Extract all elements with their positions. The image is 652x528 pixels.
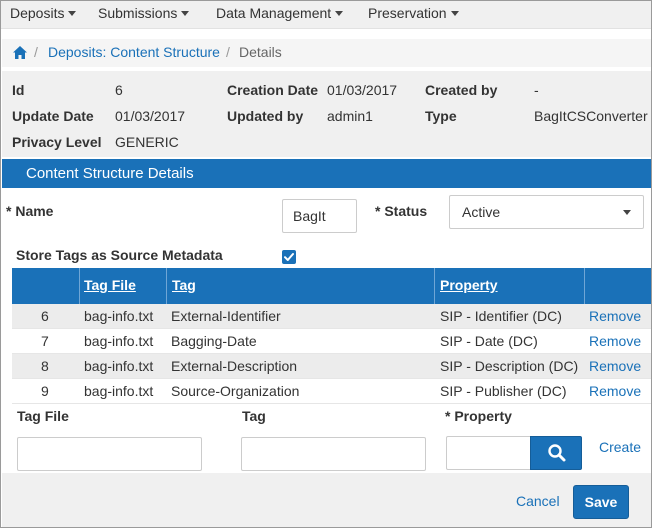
save-button[interactable]: Save bbox=[573, 485, 629, 519]
chevron-down-icon bbox=[68, 10, 77, 16]
row-number: 9 bbox=[41, 383, 49, 399]
new-tag-file-input[interactable] bbox=[17, 437, 202, 471]
property-search-button[interactable] bbox=[530, 436, 582, 470]
remove-row-link[interactable]: Remove bbox=[589, 308, 641, 324]
menu-label: Data Management bbox=[216, 5, 332, 21]
chevron-down-icon bbox=[335, 10, 344, 16]
cancel-button[interactable]: Cancel bbox=[516, 493, 560, 509]
new-tag-file-label: Tag File bbox=[17, 408, 69, 424]
name-label: * Name bbox=[6, 203, 54, 219]
privacy-level-label: Privacy Level bbox=[12, 134, 102, 150]
id-label: Id bbox=[12, 82, 25, 98]
column-header-property[interactable]: Property bbox=[440, 277, 498, 293]
breadcrumb: / Deposits: Content Structure / Details bbox=[2, 39, 651, 67]
privacy-level-value: GENERIC bbox=[115, 134, 179, 150]
remove-row-link[interactable]: Remove bbox=[589, 383, 641, 399]
column-divider bbox=[584, 268, 585, 304]
create-link[interactable]: Create bbox=[599, 439, 641, 455]
menu-label: Submissions bbox=[98, 5, 178, 21]
breadcrumb-parent-link[interactable]: Deposits: Content Structure bbox=[48, 44, 220, 60]
home-icon[interactable] bbox=[13, 46, 27, 59]
new-property-label: * Property bbox=[445, 408, 512, 424]
menu-label: Preservation bbox=[368, 5, 447, 21]
row-number: 6 bbox=[41, 308, 49, 324]
section-header: Content Structure Details bbox=[2, 159, 651, 188]
created-by-label: Created by bbox=[425, 82, 498, 98]
store-tags-label: Store Tags as Source Metadata bbox=[16, 247, 223, 263]
breadcrumb-current: Details bbox=[239, 44, 282, 60]
update-date-label: Update Date bbox=[12, 108, 94, 124]
chevron-down-icon bbox=[450, 10, 459, 16]
id-value: 6 bbox=[115, 82, 123, 98]
name-input-value: BagIt bbox=[293, 208, 326, 224]
breadcrumb-separator: / bbox=[226, 44, 230, 60]
column-header-tag-file[interactable]: Tag File bbox=[84, 277, 136, 293]
updated-by-value: admin1 bbox=[327, 108, 373, 124]
new-tag-label: Tag bbox=[242, 408, 266, 424]
status-selected-value: Active bbox=[462, 204, 501, 220]
creation-date-label: Creation Date bbox=[227, 82, 319, 98]
row-tag: Bagging-Date bbox=[171, 333, 257, 349]
update-date-value: 01/03/2017 bbox=[115, 108, 186, 124]
row-number: 8 bbox=[41, 358, 49, 374]
record-info-panel: Id 6 Creation Date 01/03/2017 Created by… bbox=[2, 71, 651, 157]
creation-date-value: 01/03/2017 bbox=[327, 82, 398, 98]
column-divider bbox=[166, 268, 167, 304]
row-tag-file: bag-info.txt bbox=[84, 358, 154, 374]
status-label: * Status bbox=[375, 203, 428, 219]
remove-row-link[interactable]: Remove bbox=[589, 333, 641, 349]
created-by-value: - bbox=[534, 82, 539, 98]
row-number: 7 bbox=[41, 333, 49, 349]
row-property: SIP - Publisher (DC) bbox=[440, 383, 567, 399]
app-window: Deposits Submissions Data Management Pre… bbox=[0, 0, 652, 528]
table-row: 7 bag-info.txt Bagging-Date SIP - Date (… bbox=[12, 329, 651, 354]
row-tag: External-Description bbox=[171, 358, 298, 374]
type-label: Type bbox=[425, 108, 457, 124]
row-property: SIP - Date (DC) bbox=[440, 333, 538, 349]
table-row: 8 bag-info.txt External-Description SIP … bbox=[12, 354, 651, 379]
new-tag-input[interactable] bbox=[241, 437, 426, 471]
remove-row-link[interactable]: Remove bbox=[589, 358, 641, 374]
checkmark-icon bbox=[284, 253, 294, 261]
chevron-down-icon bbox=[181, 10, 190, 16]
row-tag: Source-Organization bbox=[171, 383, 300, 399]
menu-label: Deposits bbox=[10, 5, 65, 21]
row-tag-file: bag-info.txt bbox=[84, 308, 154, 324]
menu-deposits[interactable]: Deposits bbox=[10, 5, 77, 21]
table-header: Tag File Tag Property bbox=[12, 268, 651, 304]
column-header-tag[interactable]: Tag bbox=[172, 277, 196, 293]
name-input[interactable]: BagIt bbox=[282, 199, 357, 233]
menu-data-management[interactable]: Data Management bbox=[216, 5, 344, 21]
breadcrumb-separator: / bbox=[34, 44, 38, 60]
table-row: 9 bag-info.txt Source-Organization SIP -… bbox=[12, 379, 651, 404]
updated-by-label: Updated by bbox=[227, 108, 304, 124]
status-select[interactable]: Active bbox=[449, 195, 644, 229]
row-tag-file: bag-info.txt bbox=[84, 333, 154, 349]
row-tag-file: bag-info.txt bbox=[84, 383, 154, 399]
store-tags-checkbox[interactable] bbox=[282, 250, 296, 264]
column-divider bbox=[434, 268, 435, 304]
search-icon bbox=[548, 444, 566, 462]
row-tag: External-Identifier bbox=[171, 308, 281, 324]
top-menu-bar: Deposits Submissions Data Management Pre… bbox=[1, 1, 651, 29]
type-value: BagItCSConverter bbox=[534, 108, 648, 124]
row-property: SIP - Description (DC) bbox=[440, 358, 579, 374]
menu-submissions[interactable]: Submissions bbox=[98, 5, 190, 21]
chevron-down-icon bbox=[623, 210, 631, 215]
menu-preservation[interactable]: Preservation bbox=[368, 5, 459, 21]
table-row: 6 bag-info.txt External-Identifier SIP -… bbox=[12, 304, 651, 329]
column-divider bbox=[79, 268, 80, 304]
row-property: SIP - Identifier (DC) bbox=[440, 308, 562, 324]
section-title: Content Structure Details bbox=[26, 165, 194, 182]
new-property-input[interactable] bbox=[446, 436, 531, 470]
